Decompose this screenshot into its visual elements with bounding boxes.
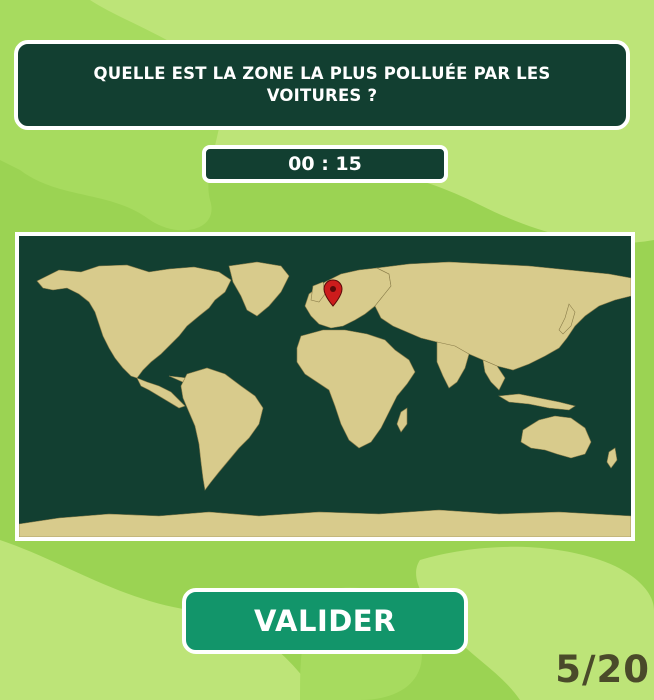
world-map-graphic[interactable] [19,236,631,537]
timer-panel: 00 : 15 [202,145,448,183]
validate-button[interactable]: VALIDER [182,588,468,654]
timer-text: 00 : 15 [288,153,362,175]
world-map-frame [15,232,635,541]
validate-button-label: VALIDER [254,604,396,638]
question-text: QUELLE EST LA ZONE LA PLUS POLLUÉE PAR L… [93,64,551,105]
question-progress-counter: 5/20 [555,648,650,691]
world-map[interactable] [19,236,631,537]
antarctica [19,509,631,537]
question-panel: QUELLE EST LA ZONE LA PLUS POLLUÉE PAR L… [14,40,630,130]
